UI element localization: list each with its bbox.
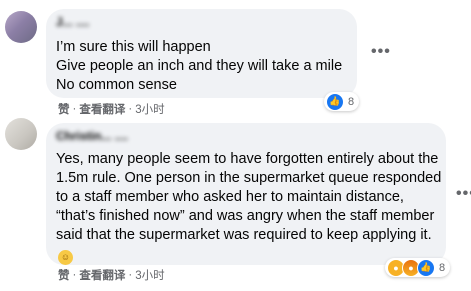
comment-author[interactable]: Christin... .... xyxy=(56,129,128,143)
separator: · xyxy=(128,103,133,115)
comment-bubble: Christin... .... Yes, many people seem t… xyxy=(46,123,446,265)
reaction-count: 8 xyxy=(348,95,355,108)
reaction-count: 8 xyxy=(439,261,446,274)
relieved-face-emoji: ☺ xyxy=(58,250,73,265)
translate-link[interactable]: 查看翻译 xyxy=(79,101,125,117)
like-link[interactable]: 赞 xyxy=(58,101,70,117)
translate-link[interactable]: 查看翻译 xyxy=(79,267,125,283)
comment-bubble: J... .... I’m sure this will happen Give… xyxy=(46,9,357,98)
separator: · xyxy=(72,103,77,115)
comment-actions: 赞 · 查看翻译 · 3小时 xyxy=(58,101,165,117)
reactions-summary[interactable]: ● ● 👍 8 xyxy=(385,258,451,277)
like-link[interactable]: 赞 xyxy=(58,267,70,283)
comment-text-body: Yes, many people seem to have forgotten … xyxy=(56,151,442,243)
avatar[interactable] xyxy=(5,118,37,150)
comment-text: Yes, many people seem to have forgotten … xyxy=(56,150,446,265)
separator: · xyxy=(72,269,77,281)
like-reaction-icon: 👍 xyxy=(417,258,435,277)
timestamp[interactable]: 3小时 xyxy=(135,101,164,117)
comment-text: I’m sure this will happen Give people an… xyxy=(56,39,343,93)
comment-actions: 赞 · 查看翻译 · 3小时 xyxy=(58,267,165,283)
like-reaction-icon: 👍 xyxy=(326,92,344,111)
separator: · xyxy=(128,269,133,281)
more-options-icon[interactable]: ••• xyxy=(456,185,471,203)
comment-author[interactable]: J... .... xyxy=(56,15,89,29)
avatar[interactable] xyxy=(5,11,37,43)
reactions-summary[interactable]: 👍 8 xyxy=(324,92,360,111)
timestamp[interactable]: 3小时 xyxy=(135,267,164,283)
more-options-icon[interactable]: ••• xyxy=(371,43,391,61)
